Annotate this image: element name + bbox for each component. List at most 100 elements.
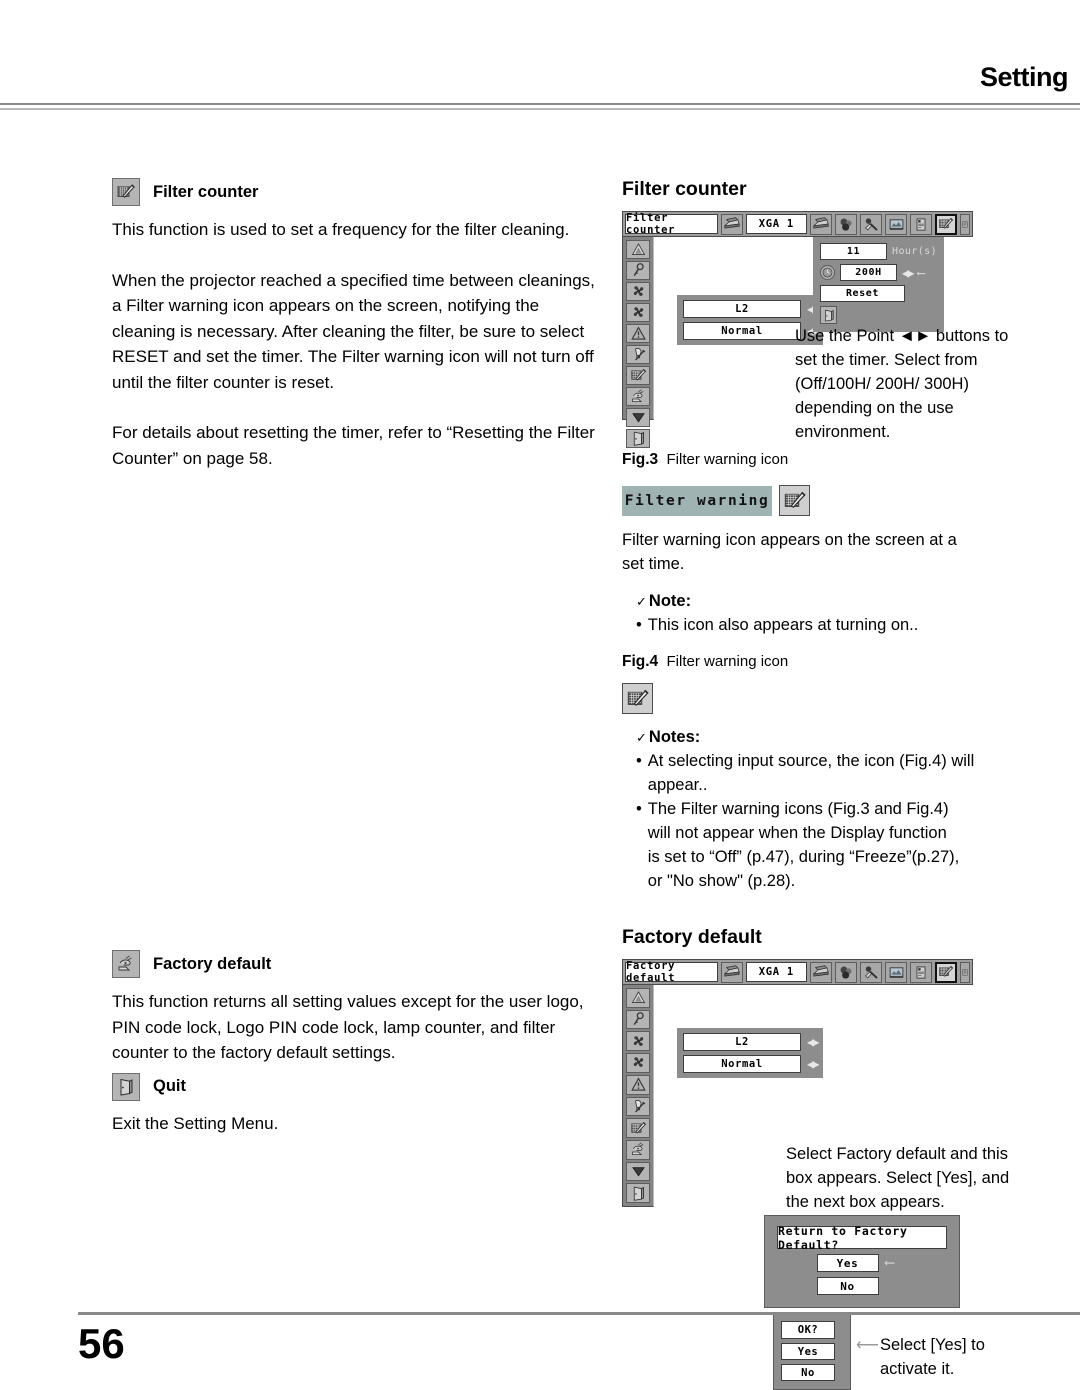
input-source-icon[interactable] bbox=[720, 961, 743, 983]
osd-filter-timer-panel: 11 Hour(s) 200H ◀▶ ⟵ Reset bbox=[813, 237, 944, 332]
information-icon[interactable] bbox=[960, 961, 970, 983]
quit-door-icon[interactable] bbox=[626, 1183, 650, 1204]
left-right-arrows-icon[interactable]: ◀▶ bbox=[807, 1058, 820, 1070]
dialog-question: Return to Factory Default? bbox=[777, 1224, 947, 1252]
section-heading-filter-counter: Filter counter bbox=[112, 178, 607, 206]
column-spacer bbox=[112, 471, 607, 950]
filter-counter-icon[interactable] bbox=[626, 1118, 650, 1138]
lamp-control-value[interactable]: L2 bbox=[683, 300, 801, 318]
input-source-icon[interactable] bbox=[720, 213, 743, 235]
ok-dialog-no-button[interactable]: No bbox=[781, 1364, 835, 1381]
dialog-no-row[interactable]: No bbox=[777, 1277, 947, 1295]
bullet-icon: • bbox=[636, 752, 642, 770]
color-adjust-icon[interactable] bbox=[835, 213, 857, 235]
filter-warning-icon bbox=[779, 485, 810, 516]
warning-icon[interactable] bbox=[626, 1074, 650, 1095]
header-rule-primary bbox=[0, 103, 1080, 105]
osd-title-bar: Filter counter XGA 1 bbox=[622, 211, 973, 237]
factory-default-icon[interactable] bbox=[626, 387, 650, 406]
fan-eco-icon[interactable] bbox=[626, 1031, 650, 1052]
ok-dialog-caption: Select [Yes] to activate it. bbox=[880, 1336, 985, 1378]
quit-body: Exit the Setting Menu. bbox=[112, 1111, 607, 1137]
dialog-yes-button[interactable]: Yes bbox=[816, 1254, 879, 1272]
left-right-arrows-icon[interactable]: ◀▶ bbox=[807, 1036, 820, 1048]
osd-timer-row[interactable]: 200H ◀▶ ⟵ bbox=[820, 264, 937, 281]
ok-confirm-dialog: OK? Yes No bbox=[773, 1314, 851, 1390]
quit-door-icon[interactable] bbox=[626, 429, 650, 448]
lamp-control-value[interactable]: L2 bbox=[683, 1033, 801, 1051]
filter-counter-icon[interactable] bbox=[626, 366, 650, 385]
input-source-icon[interactable] bbox=[810, 961, 832, 983]
paragraph: Exit the Setting Menu. bbox=[112, 1113, 279, 1133]
input-source-icon[interactable] bbox=[810, 213, 832, 235]
color-adjust-icon[interactable] bbox=[835, 961, 857, 983]
filter-warning-description: Filter warning icon appears on the scree… bbox=[622, 531, 957, 573]
note-items: • This icon also appears at turning on.. bbox=[622, 613, 1022, 637]
warning-icon[interactable] bbox=[626, 324, 650, 343]
figure-3-title: Filter warning icon bbox=[666, 451, 789, 468]
figure-3-label: Fig.3 bbox=[622, 451, 659, 468]
keystone-icon[interactable] bbox=[626, 240, 650, 259]
keystone-icon[interactable] bbox=[626, 988, 650, 1008]
note-block: ✓ Note: • This icon also appears at turn… bbox=[622, 592, 1022, 637]
osd-value-row[interactable]: L2 ◀▶ bbox=[683, 300, 820, 318]
fan-icon[interactable] bbox=[626, 303, 650, 322]
section-heading-label: Factory default bbox=[153, 954, 272, 973]
down-arrow-icon[interactable] bbox=[626, 408, 650, 427]
osd-value-row[interactable]: L2 ◀▶ bbox=[683, 1033, 820, 1051]
notes-item-text: At selecting input source, the icon (Fig… bbox=[647, 752, 975, 794]
pin-code-icon[interactable] bbox=[626, 1009, 650, 1030]
lamp-counter-icon[interactable] bbox=[626, 1096, 650, 1117]
note-heading: ✓ Note: bbox=[622, 592, 1022, 611]
osd-quit-row[interactable] bbox=[820, 306, 937, 324]
dialog-yes-row[interactable]: Yes ⟵ bbox=[777, 1254, 947, 1272]
filter-warning-badge-group: Filter warning bbox=[622, 485, 1022, 516]
ok-dialog-no-row[interactable]: No bbox=[781, 1364, 843, 1381]
pc-adjust-icon[interactable] bbox=[910, 213, 932, 235]
screen-icon[interactable] bbox=[885, 213, 907, 235]
osd-value-row[interactable]: Normal ◀▶ bbox=[683, 1055, 820, 1073]
factory-default-icon[interactable] bbox=[626, 1139, 650, 1160]
setting-filter-icon[interactable] bbox=[935, 961, 957, 983]
section-heading-label: Quit bbox=[153, 1077, 186, 1095]
filter-warning-badge: Filter warning bbox=[622, 485, 772, 516]
image-adjust-icon[interactable] bbox=[860, 961, 882, 983]
filter-hours-unit-label: Hour(s) bbox=[892, 246, 937, 257]
osd-value-group: L2 ◀▶ Normal ◀▶ bbox=[677, 1028, 824, 1078]
filter-timer-value[interactable]: 200H bbox=[840, 264, 897, 281]
image-adjust-icon[interactable] bbox=[860, 213, 882, 235]
filter-warning-icon bbox=[622, 683, 653, 714]
fan-icon[interactable] bbox=[626, 1053, 650, 1073]
fan-eco-icon[interactable] bbox=[626, 282, 650, 301]
figure-3-caption: Fig.3 Filter warning icon bbox=[622, 451, 1022, 469]
osd-reset-row[interactable]: Reset bbox=[820, 285, 937, 302]
setting-filter-icon[interactable] bbox=[935, 213, 957, 235]
pc-adjust-icon[interactable] bbox=[910, 961, 932, 983]
lamp-counter-icon[interactable] bbox=[626, 345, 650, 364]
left-right-arrows-icon[interactable]: ◀▶ bbox=[902, 267, 915, 279]
paragraph: When the projector reached a specified t… bbox=[112, 270, 595, 392]
ok-dialog-yes-row[interactable]: Yes bbox=[781, 1343, 843, 1360]
factory-default-body: This function returns all setting values… bbox=[112, 989, 607, 1066]
quit-door-icon[interactable] bbox=[820, 306, 837, 324]
paragraph: This function returns all setting values… bbox=[112, 992, 584, 1062]
down-arrow-icon[interactable] bbox=[626, 1161, 650, 1182]
fan-control-value[interactable]: Normal bbox=[683, 322, 801, 340]
check-icon: ✓ bbox=[636, 730, 647, 745]
section-heading-label: Filter counter bbox=[153, 182, 259, 201]
fan-control-value[interactable]: Normal bbox=[683, 1055, 801, 1073]
filter-reset-button[interactable]: Reset bbox=[820, 285, 905, 302]
dialog-no-button[interactable]: No bbox=[816, 1277, 879, 1295]
header-rule-secondary bbox=[0, 108, 1080, 110]
screen-icon[interactable] bbox=[885, 961, 907, 983]
information-icon[interactable] bbox=[960, 213, 970, 235]
clock-icon bbox=[820, 265, 835, 280]
pin-code-icon[interactable] bbox=[626, 261, 650, 280]
notes-heading-label: Notes: bbox=[648, 728, 701, 746]
figure-4-caption: Fig.4 Filter warning icon bbox=[622, 653, 1022, 671]
section-heading-factory-default: Factory default bbox=[112, 950, 607, 978]
ok-dialog-yes-button[interactable]: Yes bbox=[781, 1343, 835, 1360]
